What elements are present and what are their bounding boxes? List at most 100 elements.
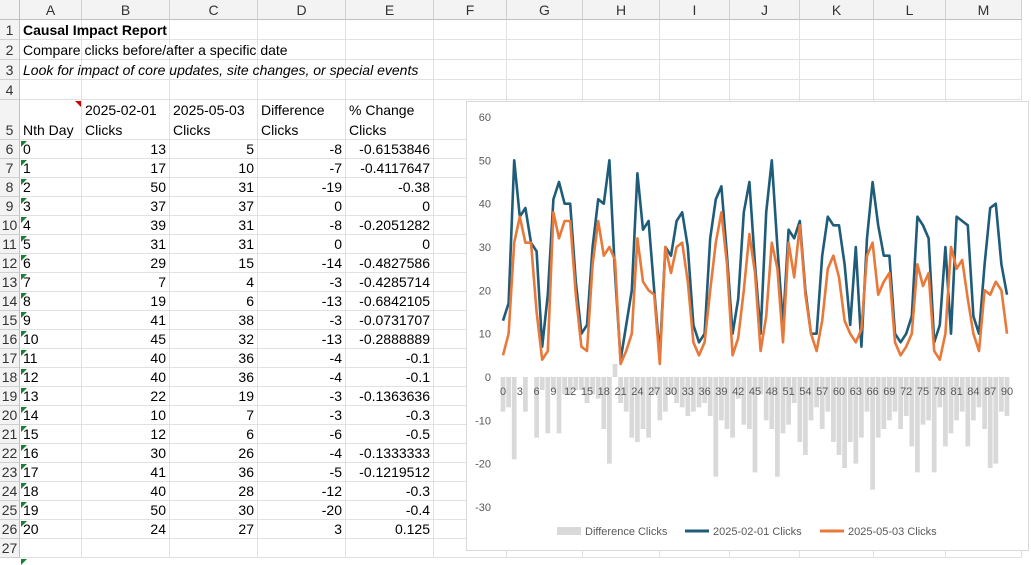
table-cell[interactable]: 9 <box>20 311 82 330</box>
table-cell[interactable]: -8 <box>258 216 346 235</box>
row-header[interactable]: 9 <box>0 197 20 216</box>
table-cell[interactable]: 7 <box>170 406 258 425</box>
cell[interactable] <box>434 80 507 100</box>
table-cell[interactable]: 28 <box>170 482 258 501</box>
row-header[interactable]: 17 <box>0 349 20 368</box>
table-cell[interactable]: 14 <box>20 406 82 425</box>
cell[interactable] <box>82 80 170 100</box>
column-header-l[interactable]: L <box>874 0 946 20</box>
table-cell[interactable]: 40 <box>82 349 170 368</box>
row-header[interactable]: 21 <box>0 425 20 444</box>
row-header[interactable]: 23 <box>0 463 20 482</box>
cell[interactable] <box>660 80 730 100</box>
table-cell[interactable]: 4 <box>20 216 82 235</box>
cell[interactable] <box>874 40 946 60</box>
row-header[interactable]: 14 <box>0 292 20 311</box>
table-cell[interactable]: 41 <box>82 463 170 482</box>
row-header[interactable]: 1 <box>0 20 20 40</box>
table-cell[interactable]: 24 <box>82 520 170 539</box>
table-cell[interactable]: 19 <box>170 387 258 406</box>
table-cell[interactable]: -0.5 <box>346 425 434 444</box>
table-cell[interactable]: -20 <box>258 501 346 520</box>
cell[interactable] <box>20 80 82 100</box>
row-header[interactable]: 6 <box>0 140 20 159</box>
table-cell[interactable]: 40 <box>82 482 170 501</box>
table-cell[interactable]: -0.38 <box>346 178 434 197</box>
table-cell[interactable]: -0.3 <box>346 482 434 501</box>
column-header-b[interactable]: B <box>82 0 170 20</box>
table-cell[interactable]: 40 <box>82 368 170 387</box>
cell[interactable] <box>346 20 434 40</box>
table-cell[interactable]: 4 <box>170 273 258 292</box>
row-header[interactable]: 10 <box>0 216 20 235</box>
cell[interactable] <box>946 40 1022 60</box>
table-cell[interactable]: 36 <box>170 368 258 387</box>
table-cell[interactable]: 41 <box>82 311 170 330</box>
cell[interactable] <box>946 20 1022 40</box>
table-cell[interactable]: -3 <box>258 273 346 292</box>
cell[interactable] <box>874 60 946 80</box>
table-cell[interactable]: 37 <box>170 197 258 216</box>
column-header-c[interactable]: C <box>170 0 258 20</box>
table-cell[interactable]: 32 <box>170 330 258 349</box>
row-header[interactable]: 15 <box>0 311 20 330</box>
cell[interactable] <box>507 20 583 40</box>
table-cell[interactable]: 10 <box>170 159 258 178</box>
table-cell[interactable]: 45 <box>82 330 170 349</box>
cell[interactable] <box>20 539 82 558</box>
cell[interactable] <box>170 80 258 100</box>
table-cell[interactable]: 12 <box>20 368 82 387</box>
table-cell[interactable]: -0.4827586 <box>346 254 434 273</box>
column-header-g[interactable]: G <box>507 0 583 20</box>
cell[interactable] <box>507 60 583 80</box>
table-cell[interactable]: 30 <box>82 444 170 463</box>
row-header[interactable]: 19 <box>0 387 20 406</box>
cell[interactable] <box>800 80 874 100</box>
row-header[interactable]: 4 <box>0 80 20 100</box>
table-cell[interactable]: -0.6842105 <box>346 292 434 311</box>
row-header[interactable]: 25 <box>0 501 20 520</box>
table-cell[interactable]: 38 <box>170 311 258 330</box>
table-cell[interactable]: 37 <box>82 197 170 216</box>
cell[interactable] <box>170 20 258 40</box>
table-cell[interactable]: 20 <box>20 520 82 539</box>
table-cell[interactable]: 15 <box>20 425 82 444</box>
table-cell[interactable]: -0.2051282 <box>346 216 434 235</box>
table-cell[interactable]: -0.6153846 <box>346 140 434 159</box>
table-cell[interactable]: -0.1363636 <box>346 387 434 406</box>
table-cell[interactable]: -0.1 <box>346 368 434 387</box>
cell[interactable] <box>507 80 583 100</box>
cell[interactable] <box>800 40 874 60</box>
cell[interactable] <box>583 60 660 80</box>
table-cell[interactable]: 11 <box>20 349 82 368</box>
table-cell[interactable]: -0.2888889 <box>346 330 434 349</box>
cell[interactable] <box>507 40 583 60</box>
cell[interactable] <box>874 80 946 100</box>
table-cell[interactable]: 19 <box>20 501 82 520</box>
table-cell[interactable]: 5 <box>170 140 258 159</box>
comment-indicator[interactable] <box>75 101 81 107</box>
chart-area[interactable]: 60 50 40 30 20 10 0 -10 -20 -30 0 3 6 9 12 15 18 21 24 27 30… <box>466 101 1029 551</box>
table-cell[interactable]: 6 <box>170 425 258 444</box>
table-cell[interactable]: -0.1219512 <box>346 463 434 482</box>
row-header[interactable]: 12 <box>0 254 20 273</box>
row-header[interactable]: 8 <box>0 178 20 197</box>
cell[interactable] <box>583 40 660 60</box>
table-cell[interactable]: 26 <box>170 444 258 463</box>
table-cell[interactable]: 17 <box>82 159 170 178</box>
table-cell[interactable]: -3 <box>258 311 346 330</box>
table-cell[interactable]: 10 <box>20 330 82 349</box>
table-cell[interactable]: -13 <box>258 330 346 349</box>
table-cell[interactable]: 0 <box>20 140 82 159</box>
cell[interactable] <box>258 80 346 100</box>
table-cell[interactable]: 2 <box>20 178 82 197</box>
column-header-d[interactable]: D <box>258 0 346 20</box>
cell[interactable] <box>730 40 800 60</box>
table-cell[interactable]: -4 <box>258 349 346 368</box>
table-cell[interactable]: 19 <box>82 292 170 311</box>
table-cell[interactable]: 0 <box>346 235 434 254</box>
row-header[interactable]: 2 <box>0 40 20 60</box>
table-cell[interactable]: 29 <box>82 254 170 273</box>
table-cell[interactable]: 5 <box>20 235 82 254</box>
table-cell[interactable]: 10 <box>82 406 170 425</box>
